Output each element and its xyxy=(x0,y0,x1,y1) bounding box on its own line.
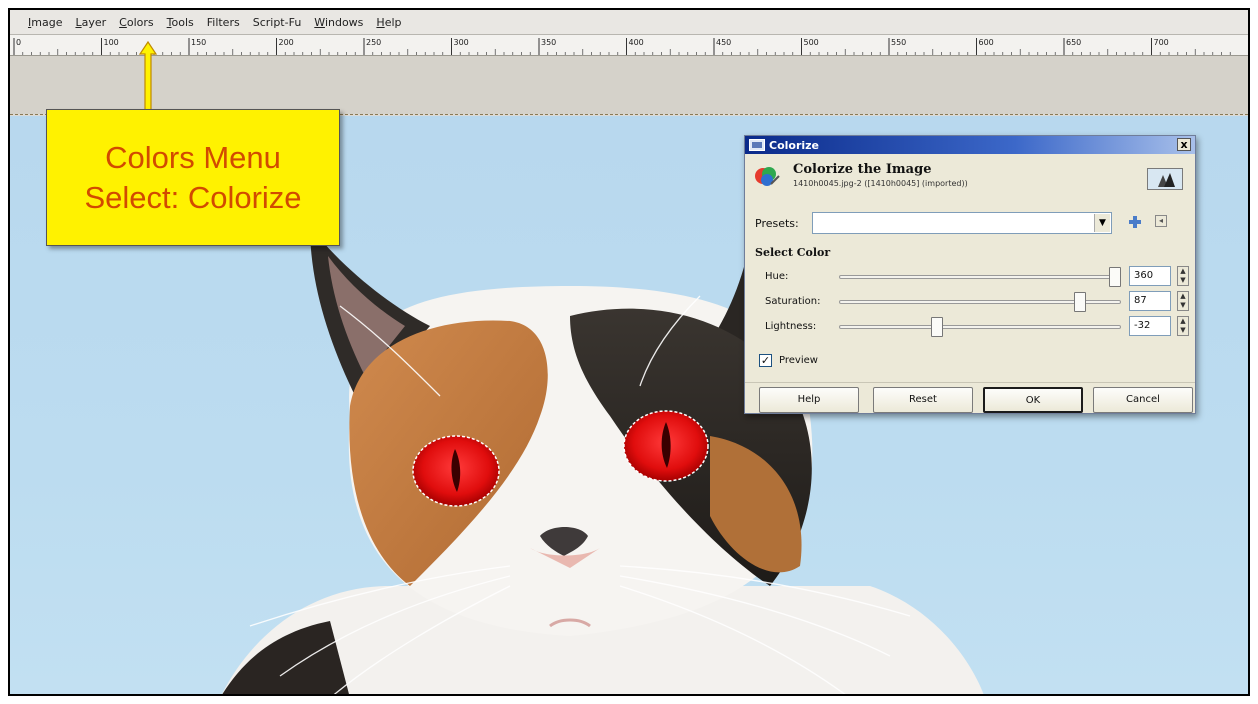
callout-line-2: Select: Colorize xyxy=(84,179,302,215)
ruler-label: 700 xyxy=(1154,38,1169,47)
ruler-label: 0 xyxy=(16,38,21,47)
colorize-dialog: Colorize x Colorize the Image 1410h0045.… xyxy=(744,135,1196,414)
ruler-label: 550 xyxy=(891,38,906,47)
ok-button[interactable]: OK xyxy=(983,387,1083,413)
dialog-titlebar[interactable]: Colorize x xyxy=(745,136,1195,154)
hue-slider[interactable] xyxy=(839,275,1121,279)
ruler-label: 150 xyxy=(191,38,206,47)
cancel-button[interactable]: Cancel xyxy=(1093,387,1193,413)
horizontal-ruler: 0 100 150 200 250 300 350 400 450 500 550 600 650 700 xyxy=(10,34,1248,56)
instruction-callout: Colors Menu Select: Colorize xyxy=(46,109,340,246)
help-button[interactable]: Help xyxy=(759,387,859,413)
ruler-label: 100 xyxy=(104,38,119,47)
close-button[interactable]: x xyxy=(1177,138,1191,151)
hue-spin-buttons[interactable]: ▲ ▼ xyxy=(1177,266,1189,286)
callout-arrow xyxy=(138,40,158,112)
lightness-row: Lightness: -32 ▲ ▼ xyxy=(765,316,1189,338)
saturation-label: Saturation: xyxy=(765,296,821,307)
hue-slider-thumb[interactable] xyxy=(1109,267,1121,287)
saturation-row: Saturation: 87 ▲ ▼ xyxy=(765,291,1189,313)
menu-help[interactable]: Help xyxy=(376,16,401,29)
menu-script-fu[interactable]: Script-Fu xyxy=(253,16,302,29)
dialog-title: Colorize xyxy=(769,138,820,152)
reset-button[interactable]: Reset xyxy=(873,387,973,413)
lightness-spin-buttons[interactable]: ▲ ▼ xyxy=(1177,316,1189,336)
menu-colors[interactable]: Colors xyxy=(119,16,153,29)
ruler-label: 450 xyxy=(716,38,731,47)
menu-tools[interactable]: Tools xyxy=(167,16,194,29)
gimp-window-icon xyxy=(749,139,765,151)
saturation-spin-buttons[interactable]: ▲ ▼ xyxy=(1177,291,1189,311)
saturation-value-input[interactable]: 87 xyxy=(1129,291,1171,311)
ruler-ticks: 0 100 150 200 250 300 350 400 450 500 550 600 650 700 xyxy=(13,38,1231,55)
ruler-label: 300 xyxy=(454,38,469,47)
menu-windows[interactable]: Windows xyxy=(314,16,363,29)
image-thumbnail xyxy=(1147,168,1183,190)
hue-row: Hue: 360 ▲ ▼ xyxy=(765,266,1189,288)
canvas-padding xyxy=(10,56,1248,114)
ruler-label: 400 xyxy=(629,38,644,47)
lightness-slider-thumb[interactable] xyxy=(930,317,943,337)
ruler-label: 250 xyxy=(366,38,381,47)
presets-label: Presets: xyxy=(755,217,799,230)
colorize-icon xyxy=(755,167,780,186)
select-color-heading: Select Color xyxy=(755,246,831,259)
hue-value-input[interactable]: 360 xyxy=(1129,266,1171,286)
dialog-header: Colorize the Image 1410h0045.jpg-2 ([141… xyxy=(751,158,1189,202)
lightness-label: Lightness: xyxy=(765,321,817,332)
dropdown-arrow-icon[interactable]: ▼ xyxy=(1094,214,1110,232)
menu-filters[interactable]: Filters xyxy=(207,16,240,29)
ruler-label: 650 xyxy=(1066,38,1081,47)
dialog-button-row: Help Reset OK Cancel xyxy=(745,382,1195,413)
preview-checkbox[interactable]: ✓ xyxy=(759,354,772,367)
lightness-value-input[interactable]: -32 xyxy=(1129,316,1171,336)
presets-row: Presets: ▼ ◂ xyxy=(755,212,1185,236)
lightness-slider[interactable] xyxy=(839,325,1121,329)
callout-line-1: Colors Menu xyxy=(105,139,281,175)
saturation-slider-thumb[interactable] xyxy=(1073,292,1086,312)
preview-label: Preview xyxy=(779,355,818,366)
thumbnail-icon xyxy=(1148,169,1182,189)
ruler-label: 600 xyxy=(979,38,994,47)
presets-dropdown[interactable]: ▼ xyxy=(812,212,1112,234)
dialog-subheading: 1410h0045.jpg-2 ([1410h0045] (imported)) xyxy=(793,179,968,188)
ruler-label: 500 xyxy=(804,38,819,47)
gimp-window: Image Layer Colors Tools Filters Script-… xyxy=(8,8,1250,696)
ruler-label: 200 xyxy=(279,38,294,47)
hue-label: Hue: xyxy=(765,271,789,282)
menu-layer[interactable]: Layer xyxy=(75,16,106,29)
presets-menu-icon[interactable]: ◂ xyxy=(1155,215,1167,227)
dialog-heading: Colorize the Image xyxy=(793,162,932,177)
add-preset-icon[interactable] xyxy=(1127,214,1143,230)
ruler-label: 350 xyxy=(541,38,556,47)
menu-bar: Image Layer Colors Tools Filters Script-… xyxy=(10,10,1248,34)
menu-image[interactable]: Image xyxy=(28,16,62,29)
